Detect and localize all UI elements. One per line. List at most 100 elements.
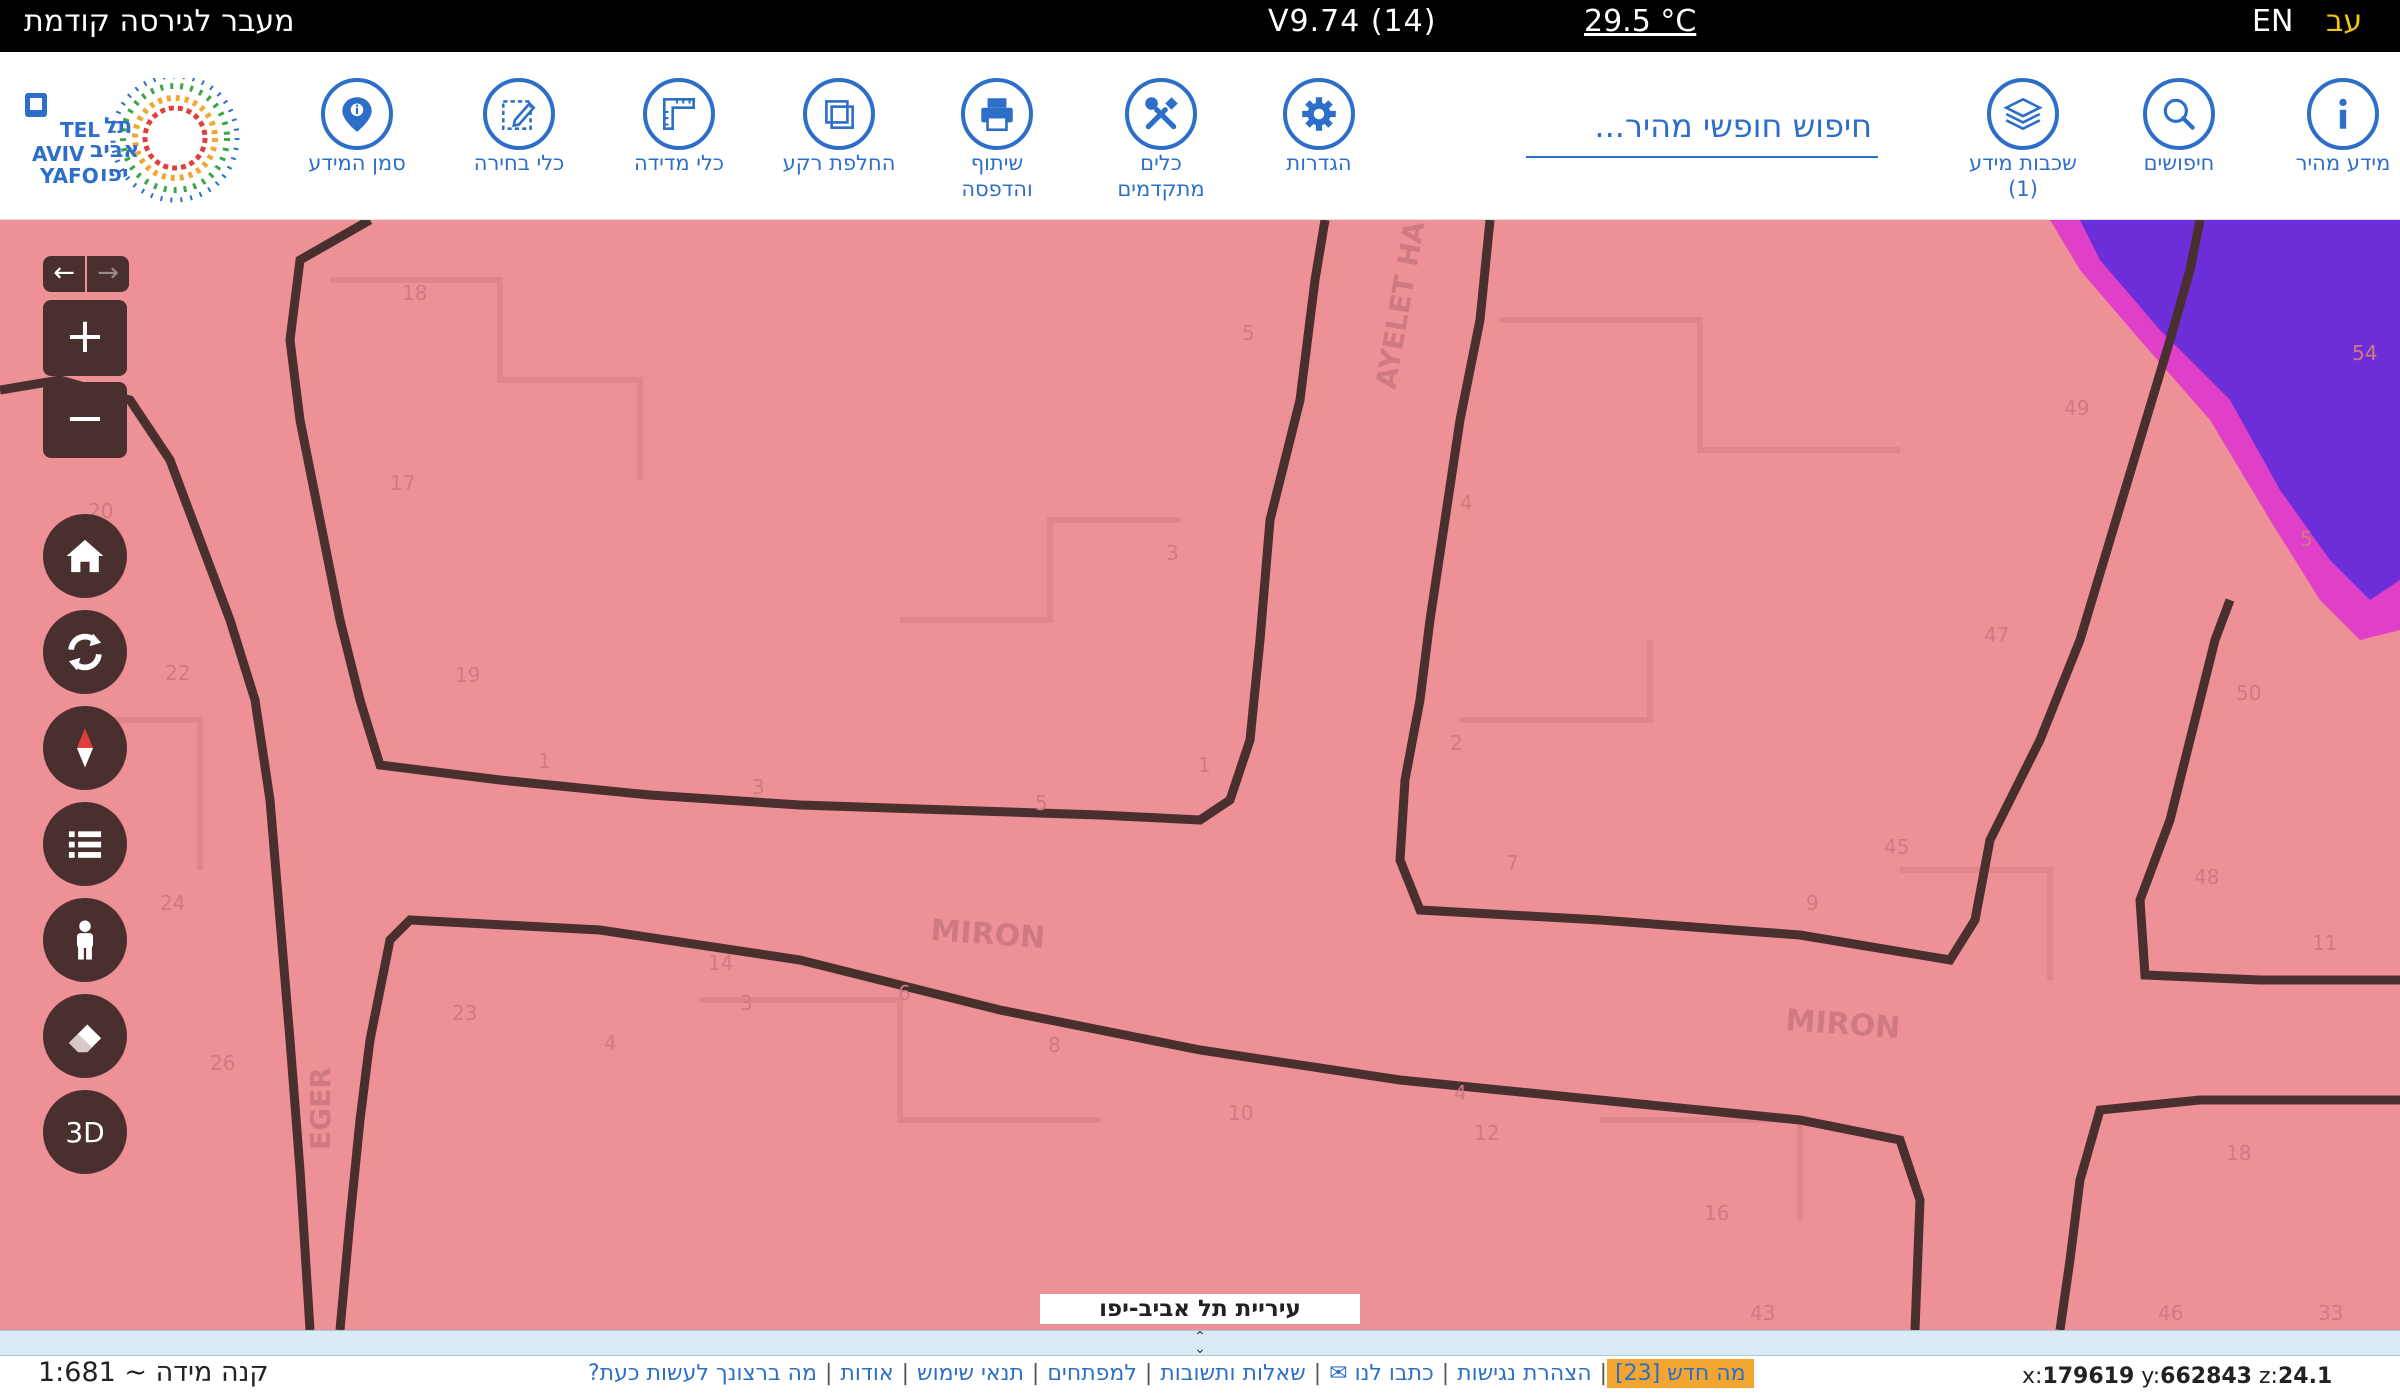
x-label: x:	[2022, 1364, 2043, 1389]
house-number: 22	[165, 661, 190, 685]
house-number: 3	[1166, 541, 1179, 565]
street-view-button[interactable]	[43, 898, 127, 982]
house-number: 5	[2300, 527, 2313, 551]
advanced-tools-button[interactable]: כלים מתקדמים	[1076, 78, 1246, 202]
selection-tools-button[interactable]: כלי בחירה	[434, 78, 604, 176]
footer-separator: |	[1144, 1360, 1153, 1386]
measure-tools-button[interactable]: כלי מדידה	[594, 78, 764, 176]
temperature-link[interactable]: 29.5 °C	[1584, 0, 1696, 52]
logo-text-tal: תל	[104, 114, 133, 139]
basemap-switch-label: החלפת רקע	[782, 151, 896, 175]
basemap-icon	[803, 78, 875, 150]
share-print-label-2: והדפסה	[961, 177, 1033, 201]
compass-button[interactable]	[43, 706, 127, 790]
house-number: 10	[1228, 1101, 1253, 1125]
main-toolbar: TEL תל AVIV אביב YAFO יפו סמן המידע כלי …	[0, 52, 2400, 220]
footer-separator: |	[1599, 1360, 1608, 1386]
person-icon	[76, 920, 94, 960]
info-layers-button[interactable]: שכבות מידע (1)	[1938, 78, 2108, 202]
house-number: 18	[2226, 1141, 2251, 1165]
share-print-label-1: שיתוף	[970, 151, 1024, 175]
language-en-button[interactable]: EN	[2252, 0, 2293, 52]
searches-button[interactable]: חיפושים	[2094, 78, 2264, 176]
footer-separator: |	[1441, 1360, 1450, 1386]
house-number: 33	[2318, 1301, 2343, 1325]
share-print-button[interactable]: שיתוף והדפסה	[912, 78, 1082, 202]
house-number: 47	[1984, 623, 2009, 647]
whats-new-badge[interactable]: מה חדש [23]	[1607, 1358, 1754, 1388]
tel-aviv-logo[interactable]: TEL תל AVIV אביב YAFO יפו	[20, 73, 250, 208]
footer-links: מה ברצונך לעשות כעת? | אודות | תנאי שימו…	[580, 1356, 1754, 1390]
footer-link-terms[interactable]: תנאי שימוש	[909, 1361, 1032, 1386]
house-number: 4	[1460, 491, 1473, 515]
x-value: 179619	[2042, 1364, 2135, 1389]
house-number: 3	[752, 775, 765, 799]
eraser-icon	[68, 1024, 102, 1053]
map-canvas[interactable]: MIRON MIRON EGER AYELET HA 18 17 20 22 1…	[0, 220, 2400, 1330]
info-marker-icon	[321, 78, 393, 150]
history-forward-button[interactable]: →	[87, 256, 129, 292]
measure-tools-label: כלי מדידה	[633, 151, 725, 175]
info-marker-label: סמן המידע	[308, 151, 406, 175]
house-number: 26	[210, 1051, 235, 1075]
compass-icon	[76, 728, 94, 768]
logo-text-aviv: AVIV	[32, 142, 85, 166]
home-icon	[66, 539, 104, 573]
house-number: 24	[160, 891, 185, 915]
footer-separator: |	[824, 1360, 833, 1386]
info-icon	[2307, 78, 2379, 150]
footer: קנה מידה ~ 1:681 מה ברצונך לעשות כעת? | …	[0, 1356, 2400, 1394]
quick-info-label: מידע מהיר	[2295, 151, 2391, 175]
tools-icon	[1125, 78, 1197, 150]
selection-tools-label: כלי בחירה	[473, 151, 565, 175]
z-value: 24.1	[2277, 1364, 2333, 1389]
footer-link-accessibility[interactable]: הצהרת נגישות	[1449, 1361, 1600, 1386]
footer-separator: |	[1031, 1360, 1040, 1386]
layer-purple-area	[2080, 220, 2400, 600]
advanced-tools-label-1: כלים	[1140, 151, 1182, 175]
edit-select-icon	[483, 78, 555, 150]
house-number: 1	[538, 749, 551, 773]
footer-link-contact[interactable]: כתבו לנו ✉	[1321, 1361, 1442, 1386]
info-layers-count: (1)	[2008, 177, 2038, 201]
house-number: 5	[1035, 791, 1048, 815]
home-button[interactable]	[43, 514, 127, 598]
house-number: 17	[390, 471, 415, 495]
language-he-button[interactable]: עב	[2326, 0, 2362, 52]
street-label-miron-2: MIRON	[1784, 1003, 1901, 1046]
house-number: 23	[452, 1001, 477, 1025]
quick-search-input[interactable]	[1526, 96, 1878, 158]
footer-link-what-to-do[interactable]: מה ברצונך לעשות כעת?	[580, 1361, 825, 1386]
street-label-miron-1: MIRON	[929, 913, 1046, 956]
zoom-out-button[interactable]: −	[43, 382, 127, 458]
history-back-button[interactable]: ←	[43, 256, 85, 292]
chevron-up-down-icon: ⌃ ⌄	[1194, 1329, 1206, 1357]
house-number: 7	[1506, 851, 1519, 875]
city-label: עיריית תל אביב-יפו	[1040, 1294, 1360, 1324]
house-number: 5	[1242, 321, 1255, 345]
info-marker-button[interactable]: סמן המידע	[272, 78, 442, 176]
three-d-button[interactable]: 3D	[43, 1090, 127, 1174]
footer-collapse-handle[interactable]: ⌃ ⌄	[0, 1330, 2400, 1356]
footer-link-about[interactable]: אודות	[832, 1361, 901, 1386]
footer-separator: |	[1313, 1360, 1322, 1386]
house-number: 4	[604, 1031, 617, 1055]
zoom-in-button[interactable]: +	[43, 300, 127, 376]
ruler-icon	[643, 78, 715, 150]
basemap-switch-button[interactable]: החלפת רקע	[754, 78, 924, 176]
street-label-ayelet: AYELET HA	[1369, 220, 1431, 391]
settings-button[interactable]: הגדרות	[1234, 78, 1404, 176]
house-number: 9	[1806, 891, 1819, 915]
y-label: y:	[2141, 1364, 2161, 1389]
z-label: z:	[2259, 1364, 2278, 1389]
footer-link-developers[interactable]: למפתחים	[1039, 1361, 1145, 1386]
refresh-button[interactable]	[43, 610, 127, 694]
quick-info-button[interactable]: מידע מהיר	[2258, 78, 2400, 176]
house-number: 19	[455, 663, 480, 687]
footer-link-faq[interactable]: שאלות ותשובות	[1152, 1361, 1313, 1386]
eraser-button[interactable]	[43, 994, 127, 1078]
house-number: 14	[708, 951, 733, 975]
coordinates-readout: x:179619 y:662843 z:24.1	[2022, 1360, 2332, 1394]
previous-version-link[interactable]: מעבר לגירסה קודמת	[24, 0, 295, 52]
legend-list-button[interactable]	[43, 802, 127, 886]
